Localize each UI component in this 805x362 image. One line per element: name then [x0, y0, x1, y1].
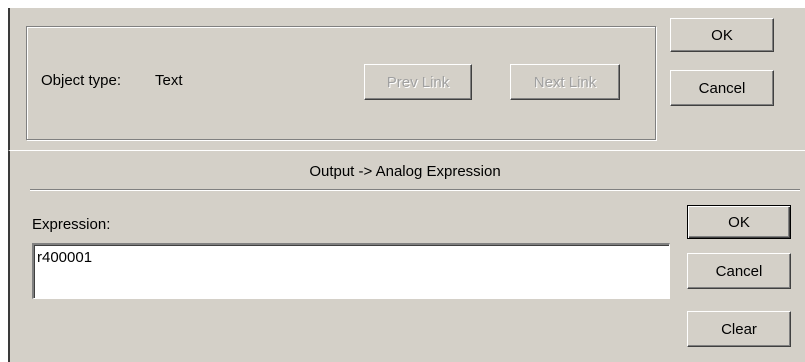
bottom-ok-button[interactable]: OK: [687, 205, 791, 239]
object-info-group: Object type: Text Prev Link Next Link: [26, 26, 656, 140]
link-dialog: Object type: Text Prev Link Next Link OK…: [0, 0, 805, 362]
object-type-label: Object type:: [41, 72, 122, 89]
section-title: Output -> Analog Expression: [309, 163, 501, 180]
expression-pane: Output -> Analog Expression Expression: …: [8, 150, 805, 362]
object-link-pane: Object type: Text Prev Link Next Link OK…: [8, 8, 805, 150]
object-type-value: Text: [155, 72, 183, 89]
clear-button[interactable]: Clear: [687, 311, 791, 347]
bottom-cancel-button[interactable]: Cancel: [687, 253, 791, 289]
top-ok-button[interactable]: OK: [670, 18, 774, 52]
expression-input[interactable]: r400001: [32, 243, 670, 299]
prev-link-button[interactable]: Prev Link: [364, 64, 472, 100]
top-cancel-button[interactable]: Cancel: [670, 70, 774, 106]
expression-label: Expression:: [32, 216, 111, 233]
next-link-button[interactable]: Next Link: [510, 64, 620, 100]
section-divider: [30, 189, 800, 191]
